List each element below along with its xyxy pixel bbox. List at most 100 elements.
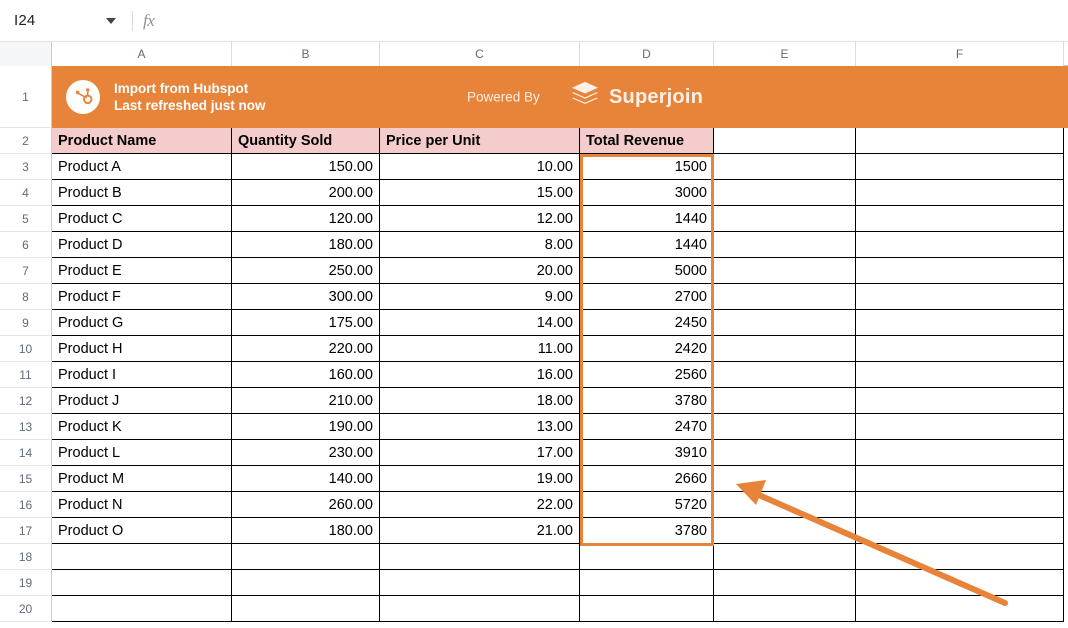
cell-F20[interactable] — [856, 596, 1064, 622]
cell-C19[interactable] — [380, 570, 580, 596]
cell-quantity-sold-row-17[interactable]: 180.00 — [232, 518, 380, 544]
cell-quantity-sold-row-6[interactable]: 180.00 — [232, 232, 380, 258]
cell-A18[interactable] — [52, 544, 232, 570]
formula-input[interactable] — [154, 0, 1068, 41]
cell-product-name-row-7[interactable]: Product E — [52, 258, 232, 284]
cell-B18[interactable] — [232, 544, 380, 570]
row-header-2[interactable]: 2 — [0, 128, 52, 154]
cell-quantity-sold-row-16[interactable]: 260.00 — [232, 492, 380, 518]
row-header-12[interactable]: 12 — [0, 388, 52, 414]
cell-total-revenue-row-11[interactable]: 2560 — [580, 362, 714, 388]
cell-product-name-row-8[interactable]: Product F — [52, 284, 232, 310]
cell-product-name-row-11[interactable]: Product I — [52, 362, 232, 388]
row-header-4[interactable]: 4 — [0, 180, 52, 206]
cell-total-revenue-row-16[interactable]: 5720 — [580, 492, 714, 518]
cell-F9[interactable] — [856, 310, 1064, 336]
cell-product-name-row-10[interactable]: Product H — [52, 336, 232, 362]
cell-F6[interactable] — [856, 232, 1064, 258]
column-header-d[interactable]: D — [580, 42, 714, 66]
cell-price-per-unit-row-12[interactable]: 18.00 — [380, 388, 580, 414]
chevron-down-icon[interactable] — [106, 17, 116, 24]
cell-C18[interactable] — [380, 544, 580, 570]
cell-F14[interactable] — [856, 440, 1064, 466]
cell-E5[interactable] — [714, 206, 856, 232]
cell-C20[interactable] — [380, 596, 580, 622]
cell-F15[interactable] — [856, 466, 1064, 492]
cell-product-name-row-13[interactable]: Product K — [52, 414, 232, 440]
cell-B19[interactable] — [232, 570, 380, 596]
cell-total-revenue-row-7[interactable]: 5000 — [580, 258, 714, 284]
table-header-total-revenue[interactable]: Total Revenue — [580, 128, 714, 154]
cell-quantity-sold-row-8[interactable]: 300.00 — [232, 284, 380, 310]
column-header-a[interactable]: A — [52, 42, 232, 66]
row-header-20[interactable]: 20 — [0, 596, 52, 622]
cell-F8[interactable] — [856, 284, 1064, 310]
cell-quantity-sold-row-15[interactable]: 140.00 — [232, 466, 380, 492]
name-box[interactable]: I24 — [0, 0, 130, 42]
cell-total-revenue-row-10[interactable]: 2420 — [580, 336, 714, 362]
cell-total-revenue-row-6[interactable]: 1440 — [580, 232, 714, 258]
column-header-b[interactable]: B — [232, 42, 380, 66]
row-header-8[interactable]: 8 — [0, 284, 52, 310]
cell-E10[interactable] — [714, 336, 856, 362]
cell-E9[interactable] — [714, 310, 856, 336]
cell-f2[interactable] — [856, 128, 1064, 154]
cell-price-per-unit-row-13[interactable]: 13.00 — [380, 414, 580, 440]
cell-total-revenue-row-14[interactable]: 3910 — [580, 440, 714, 466]
cell-E20[interactable] — [714, 596, 856, 622]
cell-B20[interactable] — [232, 596, 380, 622]
cell-F11[interactable] — [856, 362, 1064, 388]
cell-quantity-sold-row-10[interactable]: 220.00 — [232, 336, 380, 362]
cell-E12[interactable] — [714, 388, 856, 414]
row-header-9[interactable]: 9 — [0, 310, 52, 336]
cell-quantity-sold-row-5[interactable]: 120.00 — [232, 206, 380, 232]
cell-quantity-sold-row-3[interactable]: 150.00 — [232, 154, 380, 180]
cell-quantity-sold-row-11[interactable]: 160.00 — [232, 362, 380, 388]
cell-price-per-unit-row-8[interactable]: 9.00 — [380, 284, 580, 310]
select-all-corner[interactable] — [0, 42, 52, 66]
row-header-17[interactable]: 17 — [0, 518, 52, 544]
cell-F4[interactable] — [856, 180, 1064, 206]
cell-price-per-unit-row-6[interactable]: 8.00 — [380, 232, 580, 258]
cell-E4[interactable] — [714, 180, 856, 206]
cell-price-per-unit-row-17[interactable]: 21.00 — [380, 518, 580, 544]
cell-F13[interactable] — [856, 414, 1064, 440]
cell-E7[interactable] — [714, 258, 856, 284]
row-header-15[interactable]: 15 — [0, 466, 52, 492]
cell-price-per-unit-row-14[interactable]: 17.00 — [380, 440, 580, 466]
row-header-16[interactable]: 16 — [0, 492, 52, 518]
cell-E18[interactable] — [714, 544, 856, 570]
row-header-5[interactable]: 5 — [0, 206, 52, 232]
table-header-price-per-unit[interactable]: Price per Unit — [380, 128, 580, 154]
cell-product-name-row-3[interactable]: Product A — [52, 154, 232, 180]
cell-total-revenue-row-4[interactable]: 3000 — [580, 180, 714, 206]
cell-product-name-row-5[interactable]: Product C — [52, 206, 232, 232]
row-header-10[interactable]: 10 — [0, 336, 52, 362]
cell-total-revenue-row-3[interactable]: 1500 — [580, 154, 714, 180]
column-header-f[interactable]: F — [856, 42, 1064, 66]
cell-total-revenue-row-13[interactable]: 2470 — [580, 414, 714, 440]
cell-F19[interactable] — [856, 570, 1064, 596]
column-header-e[interactable]: E — [714, 42, 856, 66]
cell-E6[interactable] — [714, 232, 856, 258]
cell-E19[interactable] — [714, 570, 856, 596]
cell-price-per-unit-row-3[interactable]: 10.00 — [380, 154, 580, 180]
cell-F12[interactable] — [856, 388, 1064, 414]
cell-quantity-sold-row-13[interactable]: 190.00 — [232, 414, 380, 440]
cell-quantity-sold-row-14[interactable]: 230.00 — [232, 440, 380, 466]
row-header-13[interactable]: 13 — [0, 414, 52, 440]
cell-total-revenue-row-17[interactable]: 3780 — [580, 518, 714, 544]
row-header-14[interactable]: 14 — [0, 440, 52, 466]
cell-price-per-unit-row-16[interactable]: 22.00 — [380, 492, 580, 518]
cell-product-name-row-4[interactable]: Product B — [52, 180, 232, 206]
cell-E3[interactable] — [714, 154, 856, 180]
cell-price-per-unit-row-10[interactable]: 11.00 — [380, 336, 580, 362]
cell-E15[interactable] — [714, 466, 856, 492]
cell-total-revenue-row-9[interactable]: 2450 — [580, 310, 714, 336]
cell-total-revenue-row-15[interactable]: 2660 — [580, 466, 714, 492]
cell-E8[interactable] — [714, 284, 856, 310]
cell-F16[interactable] — [856, 492, 1064, 518]
cell-product-name-row-15[interactable]: Product M — [52, 466, 232, 492]
cell-total-revenue-row-5[interactable]: 1440 — [580, 206, 714, 232]
cell-D20[interactable] — [580, 596, 714, 622]
